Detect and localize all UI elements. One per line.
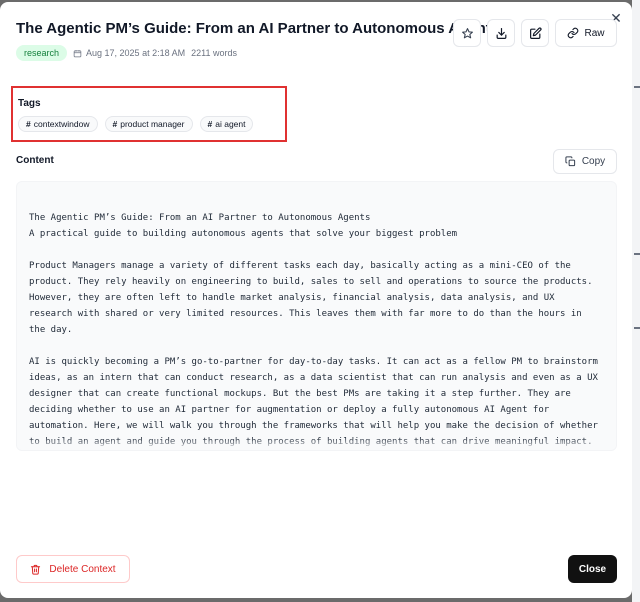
tags-list: # contextwindow # product manager # ai agen… xyxy=(18,116,260,132)
tag-chip[interactable]: # product manager xyxy=(104,116,193,132)
tag-chip[interactable]: # ai agent xyxy=(199,116,254,132)
backdrop-mark xyxy=(634,253,640,255)
content-line: The Agentic PM’s Guide: From an AI Partn… xyxy=(29,213,371,223)
download-icon xyxy=(496,27,506,39)
tag-chip[interactable]: # contextwindow xyxy=(18,116,98,132)
hash-icon: # xyxy=(207,119,213,129)
content-line: research with shared or very limited res… xyxy=(29,309,582,319)
hash-icon: # xyxy=(26,119,31,129)
download-button[interactable] xyxy=(487,19,515,47)
created-date: Aug 17, 2025 at 2:18 AM xyxy=(86,48,186,58)
delete-context-button[interactable]: Delete Context xyxy=(16,555,130,583)
content-line: automation. Here, we will walk you throu… xyxy=(29,421,598,431)
copy-button[interactable]: Copy xyxy=(553,149,617,174)
word-count: 2211 words xyxy=(191,48,237,58)
raw-button-label: Raw xyxy=(584,27,605,39)
tags-label: Tags xyxy=(18,98,41,109)
content-line: Product Managers manage a variety of dif… xyxy=(29,261,571,271)
content-line: A practical guide to building autonomous… xyxy=(29,229,458,239)
tags-section: Tags # contextwindow # product manager # ai… xyxy=(11,86,287,142)
content-line: However, they are often left to handle m… xyxy=(29,293,555,303)
content-blank-line xyxy=(29,242,609,258)
delete-context-label: Delete Context xyxy=(49,563,116,575)
tag-label: product manager xyxy=(120,119,185,129)
content-line: product. They rely heavily on engineerin… xyxy=(29,277,593,287)
favorite-button[interactable] xyxy=(453,19,481,47)
content-line: designer that can create functional mock… xyxy=(29,389,571,399)
content-fade xyxy=(17,438,616,450)
content-text: The Agentic PM’s Guide: From an AI Partn… xyxy=(29,210,609,450)
copy-button-label: Copy xyxy=(581,156,606,167)
category-badge: research xyxy=(16,45,68,61)
content-line: the day. xyxy=(29,325,73,335)
calendar-icon xyxy=(73,49,82,57)
backdrop-mark xyxy=(634,86,640,88)
content-line: AI is quickly becoming a PM’s go-to-part… xyxy=(29,357,598,367)
backdrop-mark xyxy=(634,327,640,329)
link-icon xyxy=(568,27,579,39)
content-line: deciding whether to use an AI partner fo… xyxy=(29,405,550,415)
raw-button[interactable]: Raw xyxy=(555,19,617,47)
edit-icon xyxy=(529,26,542,39)
content-blank-line xyxy=(29,338,609,354)
backdrop-page xyxy=(632,0,640,602)
copy-icon xyxy=(565,156,575,167)
tag-label: contextwindow xyxy=(33,119,90,129)
star-icon xyxy=(461,27,473,38)
edit-button[interactable] xyxy=(521,19,549,47)
context-detail-modal: ✕ The Agentic PM’s Guide: From an AI Par… xyxy=(0,2,632,598)
content-label: Content xyxy=(16,155,54,166)
content-line: ideas, as an intern that can conduct res… xyxy=(29,373,598,383)
page-title: The Agentic PM’s Guide: From an AI Partn… xyxy=(16,20,500,37)
context-meta: research Aug 17, 2025 at 2:18 AM 2211 wo… xyxy=(16,44,237,62)
close-button[interactable]: Close xyxy=(568,555,617,583)
hash-icon: # xyxy=(112,119,118,129)
tag-label: ai agent xyxy=(215,119,246,129)
trash-icon xyxy=(31,564,41,575)
content-viewer[interactable]: The Agentic PM’s Guide: From an AI Partn… xyxy=(16,181,617,451)
